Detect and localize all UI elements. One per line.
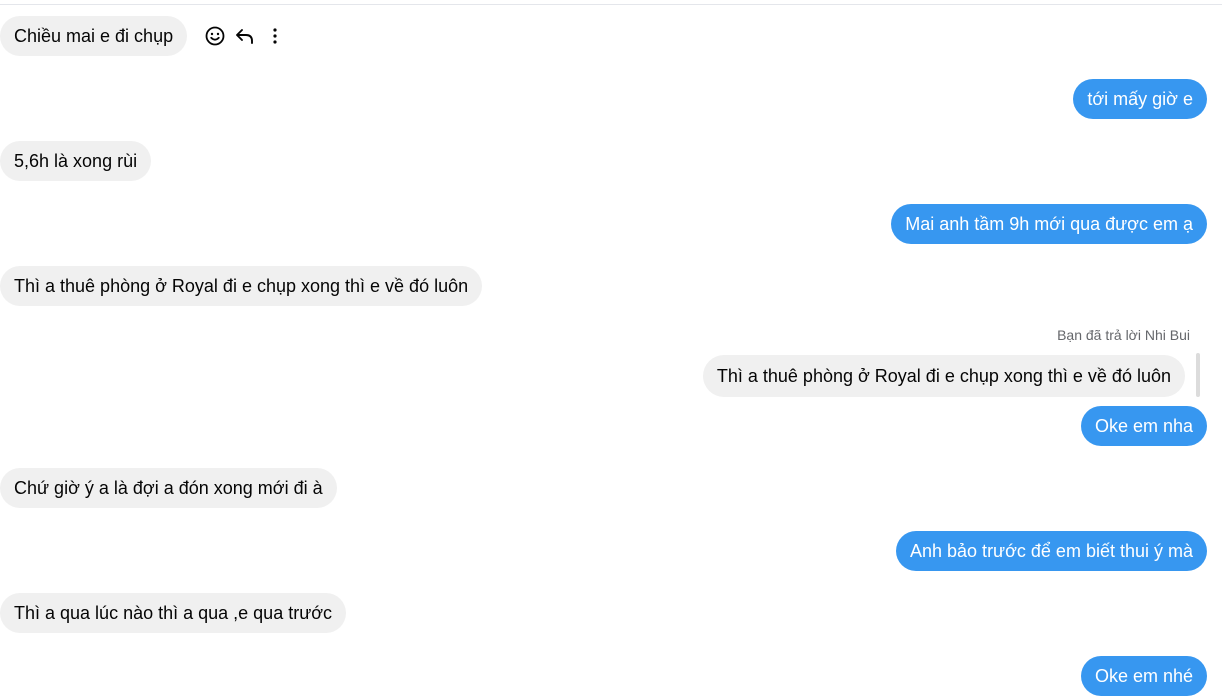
chat-thread: Chiều mai e đi chụp tới mấy giờ e 5,6h l… [0, 0, 1222, 700]
reply-arrow-icon[interactable] [233, 24, 257, 48]
outgoing-message[interactable]: Mai anh tầm 9h mới qua được em ạ [891, 204, 1207, 244]
incoming-message[interactable]: Thì a qua lúc nào thì a qua ,e qua trước [0, 593, 347, 633]
message-actions [203, 24, 293, 48]
smiley-icon[interactable] [203, 24, 227, 48]
incoming-message[interactable]: 5,6h là xong rùi [0, 141, 152, 181]
incoming-message[interactable]: Thì a thuê phòng ở Royal đi e chụp xong … [0, 266, 483, 306]
incoming-message[interactable]: Chiều mai e đi chụp [0, 16, 188, 56]
outgoing-message[interactable]: Oke em nhé [1080, 656, 1207, 696]
quote-bar [1196, 353, 1200, 397]
reply-context-label: Bạn đã trả lời Nhi Bui [1057, 327, 1190, 343]
outgoing-message[interactable]: tới mấy giờ e [1073, 79, 1207, 119]
more-vertical-icon[interactable] [263, 24, 287, 48]
top-divider [0, 0, 1222, 5]
outgoing-message[interactable]: Anh bảo trước để em biết thui ý mà [896, 531, 1207, 571]
incoming-message[interactable]: Chứ giờ ý a là đợi a đón xong mới đi à [0, 468, 337, 508]
quoted-message[interactable]: Thì a thuê phòng ở Royal đi e chụp xong … [702, 355, 1185, 397]
outgoing-message[interactable]: Oke em nha [1080, 406, 1207, 446]
